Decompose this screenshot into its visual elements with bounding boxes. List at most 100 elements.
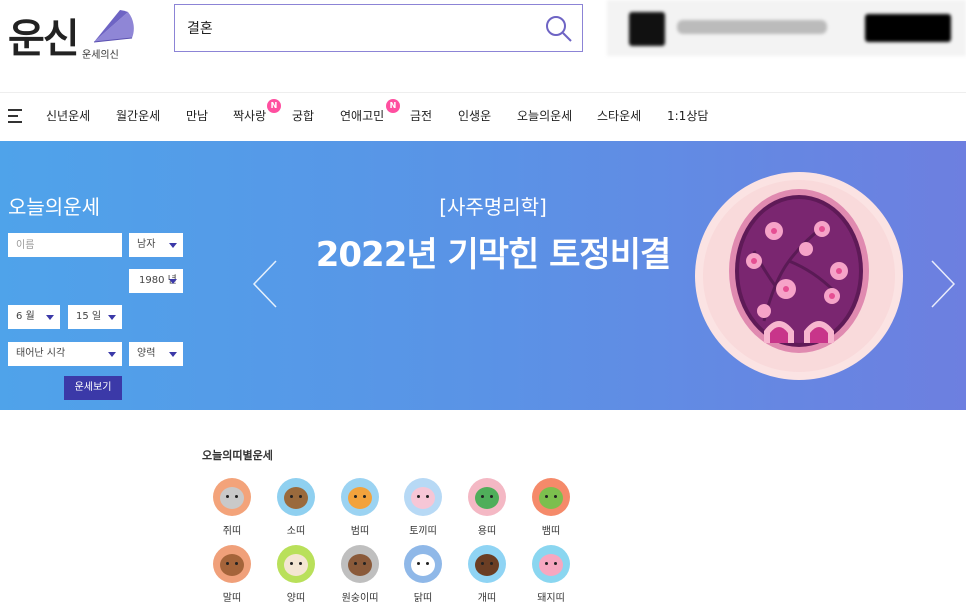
zodiac-item[interactable]: 소띠 <box>266 478 326 537</box>
fan-icon <box>93 10 134 43</box>
nav-item-love-worries[interactable]: 연애고민 N <box>340 99 400 124</box>
menu-icon[interactable] <box>8 109 22 123</box>
nav-label: 만남 <box>186 109 209 123</box>
zodiac-item[interactable]: 쥐띠 <box>202 478 262 537</box>
new-badge: N <box>267 99 281 113</box>
nav-item-consult[interactable]: 1:1상담 <box>667 107 708 124</box>
chevron-down-icon <box>169 279 177 284</box>
chevron-down-icon <box>46 315 54 320</box>
animal-eyes <box>481 495 493 499</box>
logo-subtitle: 운세의신 <box>82 50 119 61</box>
zodiac-label: 범띠 <box>350 526 370 537</box>
view-fortune-button[interactable]: 운세보기 <box>64 376 122 400</box>
hero-banner: 오늘의운세 남자 1980 년 6 월 15 일 태어난 시각 양력 운세보기 … <box>0 141 966 410</box>
nav-item-compatibility[interactable]: 궁합 <box>292 107 314 124</box>
nav-label: 오늘의운세 <box>517 109 573 123</box>
main-nav: 신년운세 월간운세 만남 짝사랑 N 궁합 연애고민 N 금전 인생운 오늘의운세 … <box>0 92 966 141</box>
zodiac-label: 닭띠 <box>413 593 433 604</box>
nav-item-money[interactable]: 금전 <box>410 107 432 124</box>
zodiac-item[interactable]: 닭띠 <box>393 545 453 604</box>
zodiac-label: 소띠 <box>286 526 306 537</box>
animal-eyes <box>354 495 366 499</box>
zodiac-label: 말띠 <box>222 593 242 604</box>
nav-item-crush[interactable]: 짝사랑 N <box>233 99 281 124</box>
month-select[interactable]: 6 월 <box>8 305 60 329</box>
header: 운신 운세의신 <box>0 0 966 92</box>
nav-label: 월간운세 <box>116 109 161 123</box>
search-box <box>174 4 583 52</box>
nav-label: 1:1상담 <box>667 109 709 123</box>
animal-eyes <box>481 562 493 566</box>
ad-banner[interactable] <box>607 0 966 56</box>
zodiac-label: 양띠 <box>286 593 306 604</box>
zodiac-item[interactable]: 용띠 <box>457 478 517 537</box>
zodiac-section-title: 오늘의띠별운세 <box>202 449 273 462</box>
calendar-select[interactable]: 양력 <box>129 342 183 366</box>
nav-label: 연애고민 <box>340 109 385 123</box>
month-value: 6 월 <box>16 311 35 322</box>
zodiac-animal-icon <box>277 478 315 516</box>
nav-item-meeting[interactable]: 만남 <box>186 107 208 124</box>
nav-item-star[interactable]: 스타운세 <box>597 107 641 124</box>
birth-time-select[interactable]: 태어난 시각 <box>8 342 122 366</box>
zodiac-label: 용띠 <box>477 526 497 537</box>
zodiac-animal-icon <box>404 545 442 583</box>
chevron-down-icon <box>108 352 116 357</box>
zodiac-label: 토끼띠 <box>409 526 437 537</box>
search-input[interactable] <box>187 5 527 51</box>
animal-eyes <box>354 562 366 566</box>
zodiac-label: 개띠 <box>477 593 497 604</box>
zodiac-item[interactable]: 말띠 <box>202 545 262 604</box>
zodiac-item[interactable]: 범띠 <box>330 478 390 537</box>
animal-eyes <box>417 495 429 499</box>
chevron-right-icon[interactable] <box>930 259 956 309</box>
nav-label: 짝사랑 <box>233 109 267 123</box>
zodiac-item[interactable]: 돼지띠 <box>521 545 581 604</box>
zodiac-item[interactable]: 원숭이띠 <box>330 545 390 604</box>
day-select[interactable]: 15 일 <box>68 305 122 329</box>
zodiac-animal-icon <box>213 478 251 516</box>
day-value: 15 일 <box>76 311 102 322</box>
nav-item-today[interactable]: 오늘의운세 <box>517 107 572 124</box>
zodiac-animal-icon <box>341 545 379 583</box>
animal-eyes <box>417 562 429 566</box>
new-badge: N <box>386 99 400 113</box>
zodiac-animal-icon <box>468 545 506 583</box>
nav-label: 금전 <box>410 109 433 123</box>
plum-blossom-illustration <box>695 172 903 380</box>
animal-eyes <box>226 562 238 566</box>
zodiac-item[interactable]: 토끼띠 <box>393 478 453 537</box>
nav-item-monthly[interactable]: 월간운세 <box>116 107 160 124</box>
chevron-down-icon <box>169 352 177 357</box>
zodiac-label: 뱀띠 <box>541 526 561 537</box>
birth-time-value: 태어난 시각 <box>16 348 66 359</box>
animal-eyes <box>290 562 302 566</box>
animal-eyes <box>290 495 302 499</box>
chevron-down-icon <box>108 315 116 320</box>
nav-item-life[interactable]: 인생운 <box>458 107 491 124</box>
chevron-left-icon[interactable] <box>252 259 278 309</box>
nav-label: 신년운세 <box>46 109 91 123</box>
ad-text <box>677 20 827 34</box>
zodiac-label: 원숭이띠 <box>341 593 379 604</box>
zodiac-item[interactable]: 개띠 <box>457 545 517 604</box>
zodiac-animal-icon <box>532 478 570 516</box>
zodiac-animal-icon <box>213 545 251 583</box>
ad-logo <box>629 12 665 46</box>
zodiac-label: 쥐띠 <box>222 526 242 537</box>
nav-label: 궁합 <box>292 109 315 123</box>
zodiac-animal-icon <box>468 478 506 516</box>
zodiac-item[interactable]: 뱀띠 <box>521 478 581 537</box>
logo[interactable]: 운신 운세의신 <box>8 6 134 66</box>
ad-button[interactable] <box>865 14 951 42</box>
zodiac-item[interactable]: 양띠 <box>266 545 326 604</box>
nav-label: 스타운세 <box>597 109 642 123</box>
nav-item-new-year[interactable]: 신년운세 <box>46 107 90 124</box>
animal-eyes <box>545 562 557 566</box>
search-icon[interactable] <box>544 14 574 44</box>
nav-label: 인생운 <box>458 109 492 123</box>
zodiac-animal-icon <box>277 545 315 583</box>
zodiac-animal-icon <box>341 478 379 516</box>
calendar-value: 양력 <box>137 348 156 359</box>
animal-eyes <box>545 495 557 499</box>
